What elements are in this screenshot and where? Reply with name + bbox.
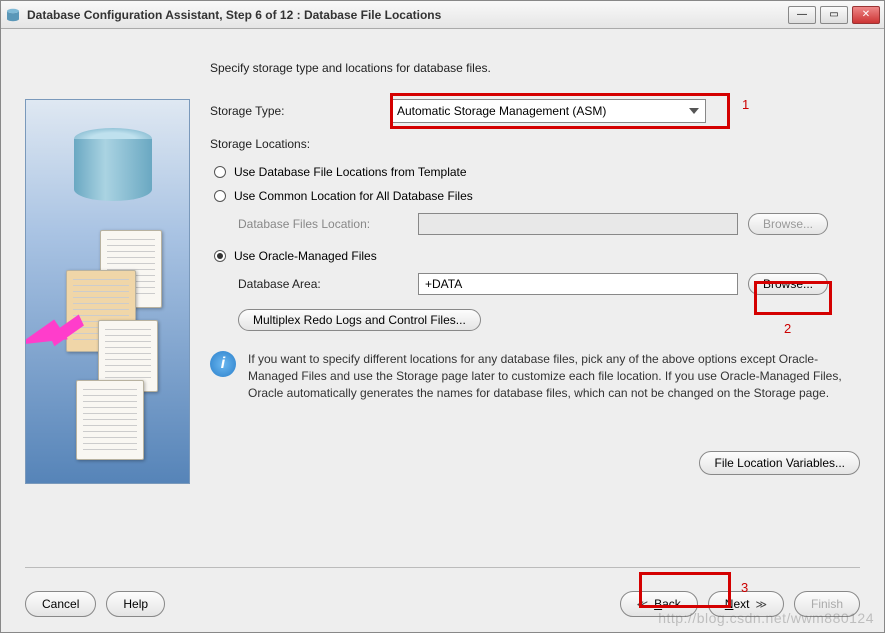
db-files-location-label: Database Files Location: — [238, 217, 418, 231]
window-frame: Database Configuration Assistant, Step 6… — [0, 0, 885, 633]
storage-locations-label: Storage Locations: — [210, 137, 390, 151]
radio-icon — [214, 250, 226, 262]
back-button[interactable]: ≪ Back — [620, 591, 698, 617]
page-heading: Specify storage type and locations for d… — [210, 61, 860, 75]
chevron-right-icon: ≫ — [755, 598, 767, 611]
radio-icon — [214, 166, 226, 178]
chevron-left-icon: ≪ — [637, 598, 649, 611]
info-text: If you want to specify different locatio… — [248, 351, 860, 401]
close-button[interactable]: ✕ — [852, 6, 880, 24]
file-location-variables-button[interactable]: File Location Variables... — [699, 451, 860, 475]
storage-type-value: Automatic Storage Management (ASM) — [397, 104, 606, 118]
radio-template-label: Use Database File Locations from Templat… — [234, 165, 467, 179]
app-icon — [5, 7, 21, 23]
radio-common[interactable]: Use Common Location for All Database Fil… — [214, 189, 860, 203]
maximize-button[interactable]: ▭ — [820, 6, 848, 24]
wizard-illustration — [25, 99, 190, 484]
separator — [25, 567, 860, 568]
database-area-label: Database Area: — [238, 277, 418, 291]
annotation-label-2: 2 — [784, 321, 791, 336]
info-icon: i — [210, 351, 236, 377]
browse-common-button: Browse... — [748, 213, 828, 235]
window-title: Database Configuration Assistant, Step 6… — [27, 8, 782, 22]
multiplex-button[interactable]: Multiplex Redo Logs and Control Files... — [238, 309, 481, 331]
content-area: Specify storage type and locations for d… — [1, 29, 884, 632]
form-panel: Specify storage type and locations for d… — [210, 49, 860, 559]
cancel-button[interactable]: Cancel — [25, 591, 96, 617]
annotation-label-1: 1 — [742, 97, 749, 112]
database-area-input[interactable]: +DATA — [418, 273, 738, 295]
minimize-button[interactable]: — — [788, 6, 816, 24]
browse-omf-button[interactable]: Browse... — [748, 273, 828, 295]
radio-icon — [214, 190, 226, 202]
radio-template[interactable]: Use Database File Locations from Templat… — [214, 165, 860, 179]
titlebar: Database Configuration Assistant, Step 6… — [1, 1, 884, 29]
radio-omf[interactable]: Use Oracle-Managed Files — [214, 249, 860, 263]
window-controls: — ▭ ✕ — [788, 6, 880, 24]
radio-omf-label: Use Oracle-Managed Files — [234, 249, 377, 263]
db-files-location-input — [418, 213, 738, 235]
storage-type-label: Storage Type: — [210, 104, 390, 118]
annotation-label-3: 3 — [741, 580, 748, 595]
help-button[interactable]: Help — [106, 591, 165, 617]
radio-common-label: Use Common Location for All Database Fil… — [234, 189, 473, 203]
chevron-down-icon — [689, 108, 699, 114]
storage-type-combo[interactable]: Automatic Storage Management (ASM) — [390, 99, 706, 123]
footer: Cancel Help ≪ Back Next ≫ Finish 3 http:… — [1, 576, 884, 632]
finish-button: Finish — [794, 591, 860, 617]
